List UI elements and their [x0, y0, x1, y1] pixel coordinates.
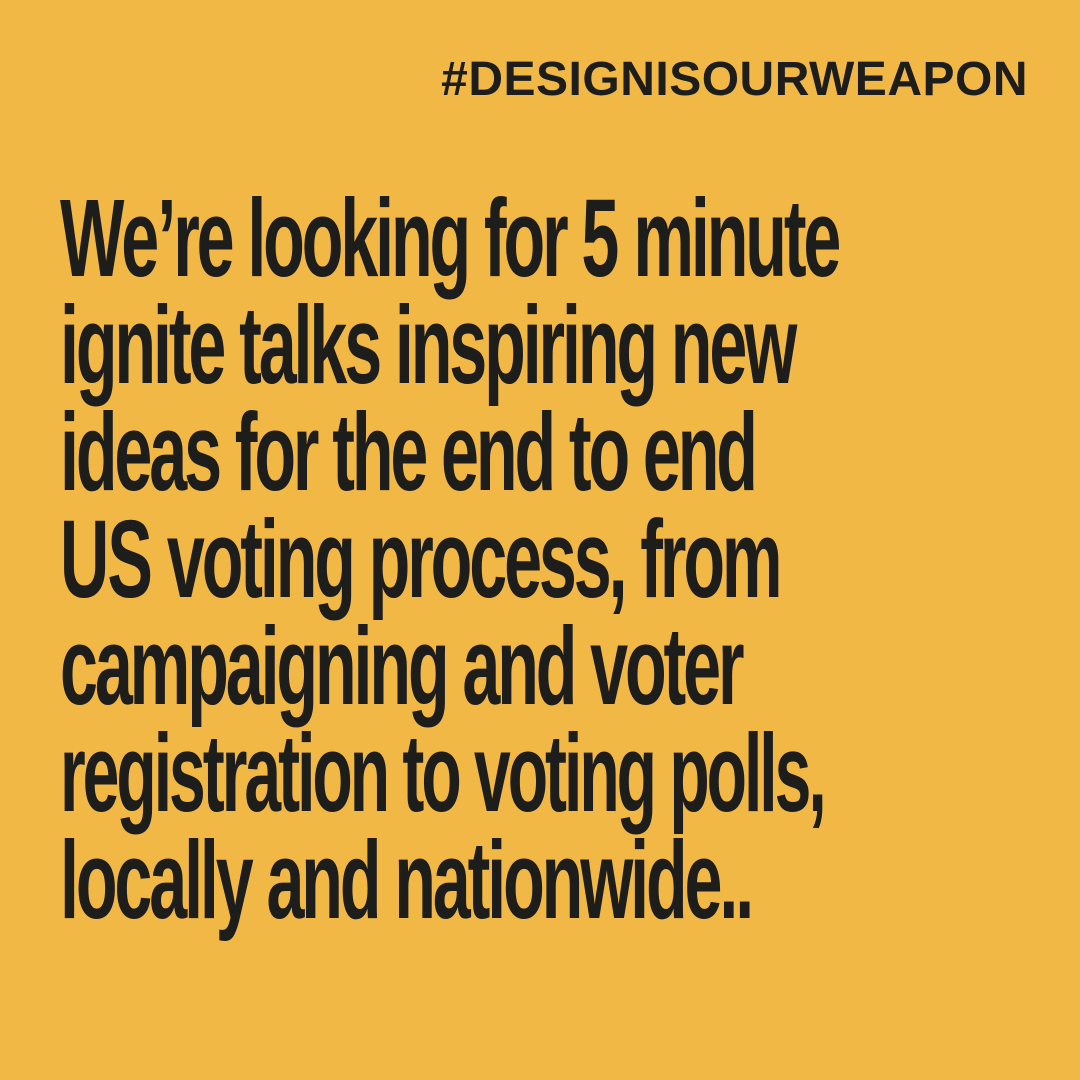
message-line-3: ideas for the end to end [60, 391, 758, 514]
message-line-1-end: minute [617, 177, 841, 300]
message-line-2: ignite talks inspiring new [60, 284, 797, 407]
emphasis-we: We [60, 177, 159, 300]
emphasis-duration: 5 [581, 177, 619, 300]
message-line-1-text: ’re looking for [157, 177, 582, 300]
call-for-talks-message: We’re looking for 5 minute ignite talks … [60, 184, 1060, 942]
message-line-1: We’re looking for 5 minute [60, 184, 841, 294]
call-for-talks-poster: #DESIGNISOURWEAPON We’re looking for 5 m… [0, 0, 1080, 1080]
message-line-4-text: voting process, from [151, 498, 783, 621]
message-line-4: US voting process, from [60, 505, 783, 615]
emphasis-us: US [60, 498, 153, 621]
message-line-7: locally and nationwide.. [60, 819, 754, 942]
message-line-6: registration to voting polls, [60, 712, 827, 835]
hashtag-heading: #DESIGNISOURWEAPON [441, 53, 1028, 106]
message-line-5: campaigning and voter [60, 605, 745, 728]
